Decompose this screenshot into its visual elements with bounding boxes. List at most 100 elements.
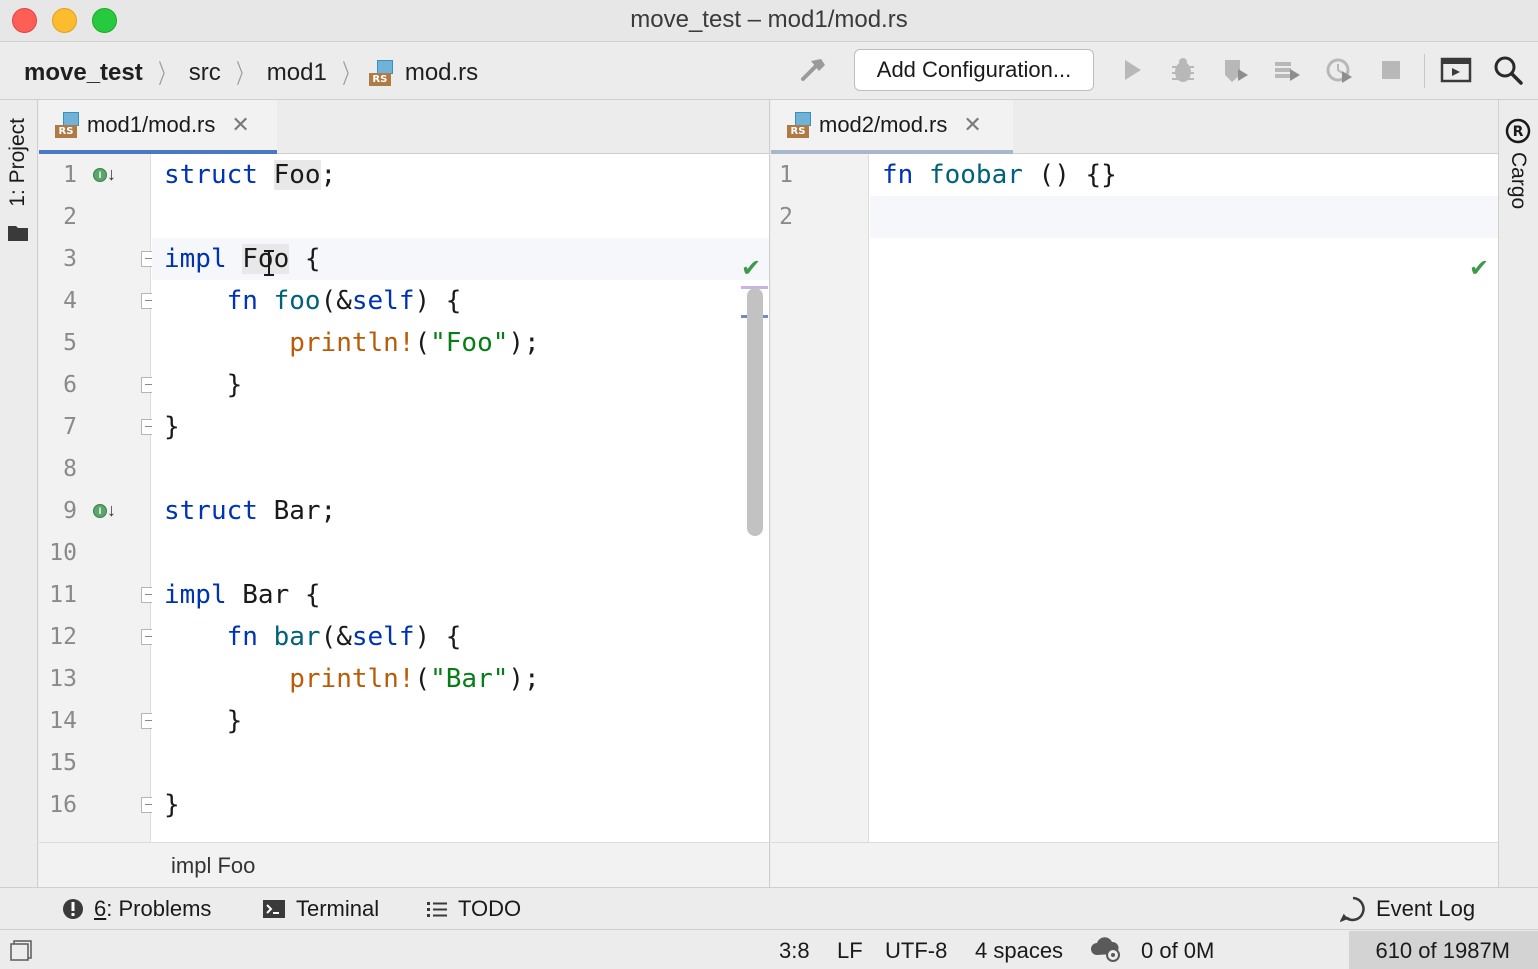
cargo-tool-window-button[interactable]: Cargo xyxy=(1506,152,1530,209)
right-tool-strip xyxy=(1498,100,1538,887)
line-number: 5 xyxy=(63,330,77,356)
structure-breadcrumb-item[interactable]: impl Foo xyxy=(171,853,255,879)
left-gutter: 1 2 3 4 5 6 7 8 9 10 11 12 13 14 15 16 I… xyxy=(39,154,157,842)
breadcrumb: move_test 〉 src 〉 mod1 〉 RS mod.rs xyxy=(20,54,482,91)
terminal-tool-button[interactable]: Terminal xyxy=(262,896,379,922)
code-line: fn foobar () {} xyxy=(882,160,1117,190)
problems-tool-button[interactable]: 6: Problems xyxy=(62,896,211,922)
code-line: fn foo(&self) { xyxy=(226,286,462,316)
code-line: struct Foo; xyxy=(164,160,337,190)
rust-file-icon: RS xyxy=(787,112,813,138)
event-log-label: Event Log xyxy=(1376,896,1476,921)
cargo-icon: R xyxy=(1505,118,1531,144)
tab-mod2[interactable]: RS mod2/mod.rs ✕ xyxy=(771,100,1013,154)
run-icon[interactable] xyxy=(1114,52,1150,88)
line-number: 14 xyxy=(49,708,77,734)
add-configuration-button[interactable]: Add Configuration... xyxy=(854,49,1094,91)
project-tool-window-button[interactable]: 1: Project xyxy=(6,118,30,207)
rust-file-icon: RS xyxy=(368,59,395,86)
debug-icon[interactable] xyxy=(1165,52,1201,88)
concurrency-icon[interactable] xyxy=(1321,52,1357,88)
status-bar: 3:8 LF UTF-8 4 spaces 0 of 0M 610 of 198… xyxy=(0,929,1538,969)
line-number: 15 xyxy=(49,750,77,776)
implemented-marker-icon[interactable]: I ↓ xyxy=(93,500,116,522)
background-tasks-icon[interactable] xyxy=(1089,935,1123,963)
memory-indicator[interactable]: 610 of 1987M xyxy=(1349,931,1538,969)
line-number: 7 xyxy=(63,414,77,440)
implemented-marker-icon[interactable]: I ↓ xyxy=(93,164,116,186)
progress-text[interactable]: 0 of 0M xyxy=(1141,938,1214,964)
problems-number: 6 xyxy=(94,896,107,921)
line-number: 1 xyxy=(779,162,793,188)
svg-text:R: R xyxy=(1513,124,1524,140)
vertical-scrollbar[interactable] xyxy=(747,288,763,536)
terminal-label: Terminal xyxy=(296,896,380,921)
left-tab-bar: RS mod1/mod.rs ✕ xyxy=(39,100,769,154)
coverage-icon[interactable] xyxy=(1217,52,1253,88)
line-number: 2 xyxy=(779,204,793,230)
close-tab-icon[interactable]: ✕ xyxy=(231,112,249,138)
breadcrumb-file[interactable]: mod.rs xyxy=(401,59,482,87)
no-problems-check-icon[interactable]: ✔ xyxy=(741,254,761,283)
tab-mod1[interactable]: RS mod1/mod.rs ✕ xyxy=(39,100,277,154)
stop-icon[interactable] xyxy=(1373,52,1409,88)
problems-label: : Problems xyxy=(106,896,212,921)
close-tab-icon[interactable]: ✕ xyxy=(963,112,981,138)
line-number: 8 xyxy=(63,456,77,482)
profile-icon[interactable] xyxy=(1269,52,1305,88)
right-editor-pane: RS mod2/mod.rs ✕ 1 2 fn foobar () {} ✔ xyxy=(771,100,1498,887)
folder-icon xyxy=(7,224,29,242)
code-line-current xyxy=(870,196,1498,238)
todo-icon xyxy=(426,899,448,919)
code-line: println!("Foo"); xyxy=(289,328,540,358)
code-line: } xyxy=(164,412,180,442)
line-number: 6 xyxy=(63,372,77,398)
breadcrumb-separator: 〉 xyxy=(157,59,174,89)
no-problems-check-icon[interactable]: ✔ xyxy=(1469,254,1489,283)
breadcrumb-mod1[interactable]: mod1 xyxy=(263,59,331,87)
caret-position[interactable]: 3:8 xyxy=(779,938,810,964)
code-line: } xyxy=(226,370,243,400)
window-title: move_test – mod1/mod.rs xyxy=(630,6,908,33)
code-line: impl Bar { xyxy=(164,580,321,610)
line-number: 9 xyxy=(63,498,77,524)
right-code-area[interactable]: fn foobar () {} xyxy=(870,154,1498,842)
line-separator[interactable]: LF xyxy=(837,938,863,964)
event-log-icon xyxy=(1340,896,1366,922)
code-line-current: impl Foo { xyxy=(152,238,769,280)
navigation-bar: move_test 〉 src 〉 mod1 〉 RS mod.rs Add C… xyxy=(0,42,1538,100)
toggle-tool-windows-icon[interactable] xyxy=(9,939,33,961)
structure-breadcrumb xyxy=(771,842,1498,887)
todo-tool-button[interactable]: TODO xyxy=(426,896,521,922)
event-log-tool-button[interactable]: Event Log xyxy=(1340,896,1475,922)
tab-label: mod2/mod.rs xyxy=(819,112,948,137)
breadcrumb-src[interactable]: src xyxy=(185,59,225,87)
breadcrumb-separator: 〉 xyxy=(235,59,252,89)
search-icon[interactable] xyxy=(1490,52,1526,88)
left-tool-strip xyxy=(0,100,38,887)
structure-breadcrumb: impl Foo xyxy=(39,842,769,887)
layout-icon[interactable] xyxy=(1438,52,1474,88)
line-number: 3 xyxy=(63,246,77,272)
line-number: 10 xyxy=(49,540,77,566)
left-code-area[interactable]: struct Foo; impl Foo { fn foo(&self) { p… xyxy=(152,154,769,842)
breadcrumb-project[interactable]: move_test xyxy=(20,59,147,87)
line-number: 13 xyxy=(49,666,77,692)
tool-window-bar: 6: Problems Terminal TODO Event Log xyxy=(0,887,1538,929)
code-line: } xyxy=(164,790,180,820)
indent-setting[interactable]: 4 spaces xyxy=(975,938,1063,964)
code-line: fn bar(&self) { xyxy=(226,622,462,652)
right-gutter: 1 2 xyxy=(771,154,869,842)
line-number: 1 xyxy=(63,162,77,188)
file-encoding[interactable]: UTF-8 xyxy=(885,938,947,964)
tab-label: mod1/mod.rs xyxy=(87,112,216,137)
build-hammer-icon[interactable] xyxy=(796,52,832,88)
title-bar: move_test – mod1/mod.rs xyxy=(0,0,1538,42)
breadcrumb-separator: 〉 xyxy=(342,59,358,89)
code-line: } xyxy=(226,706,243,736)
text-cursor-icon xyxy=(262,250,276,276)
